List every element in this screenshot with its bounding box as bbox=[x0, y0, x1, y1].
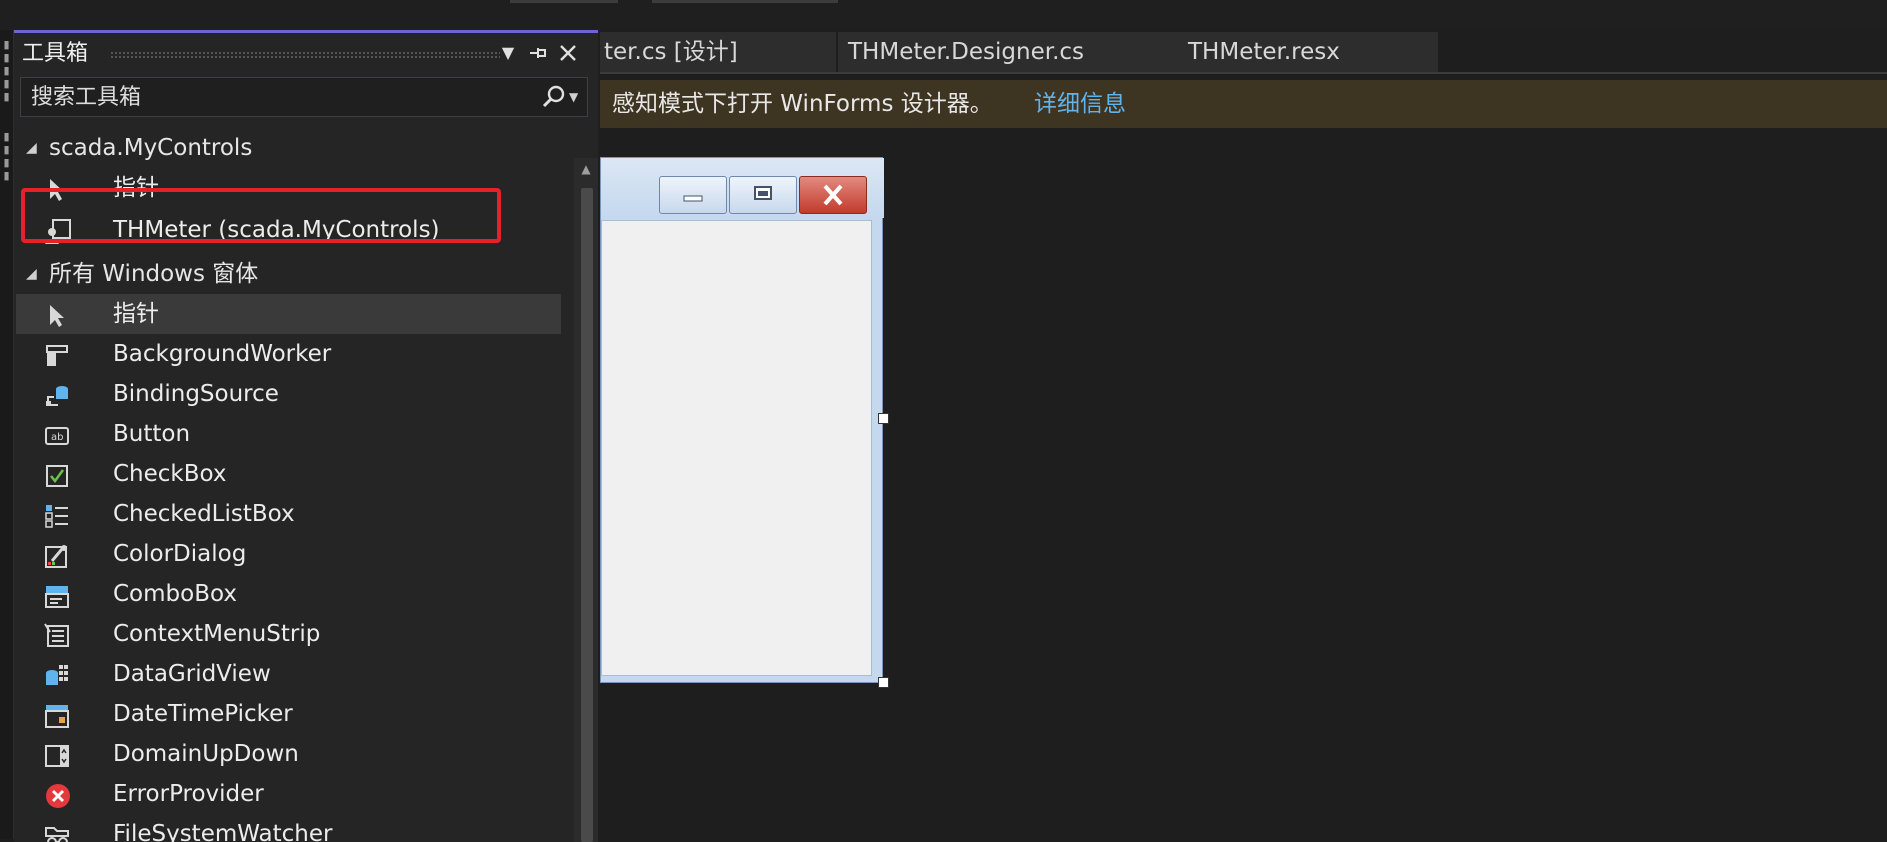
toolbox-item-errorprovider[interactable]: ErrorProvider bbox=[16, 774, 561, 814]
svg-text:ab: ab bbox=[51, 432, 63, 443]
item-label: BackgroundWorker bbox=[113, 341, 332, 367]
group-label: 所有 Windows 窗体 bbox=[49, 261, 259, 287]
search-input[interactable] bbox=[29, 78, 533, 116]
toolbox-item-pointer[interactable]: 指针 bbox=[16, 294, 561, 334]
item-label: CheckedListBox bbox=[113, 501, 295, 527]
toolbox-title: 工具箱 bbox=[22, 41, 89, 66]
item-label: ErrorProvider bbox=[113, 781, 264, 807]
toolbox-item-domainupdown[interactable]: DomainUpDown bbox=[16, 734, 561, 774]
background-worker-icon bbox=[44, 342, 70, 368]
minimize-button[interactable] bbox=[659, 176, 727, 214]
title-grip[interactable] bbox=[110, 51, 500, 59]
close-icon[interactable] bbox=[554, 39, 582, 67]
form-client-area[interactable] bbox=[601, 220, 872, 676]
more-info-link[interactable]: 详细信息 bbox=[1034, 80, 1126, 128]
side-tab-fragment[interactable]: ▮▮▮▮ bbox=[0, 130, 12, 190]
checkbox-icon bbox=[44, 462, 70, 488]
button-icon: ab bbox=[44, 422, 70, 448]
tab-thmeter-resx[interactable]: THMeter.resx bbox=[1178, 32, 1438, 72]
maximize-button[interactable] bbox=[729, 176, 797, 214]
item-label: Button bbox=[113, 421, 191, 447]
info-bar: 感知模式下打开 WinForms 设计器。 详细信息 bbox=[600, 80, 1887, 128]
date-time-picker-icon bbox=[44, 702, 70, 728]
item-label: DomainUpDown bbox=[113, 741, 299, 767]
pointer-icon bbox=[44, 302, 70, 328]
toolbox-item-combobox[interactable]: ComboBox bbox=[16, 574, 561, 614]
domain-up-down-icon bbox=[44, 742, 70, 768]
toolbox-item-contextmenustrip[interactable]: ContextMenuStrip bbox=[16, 614, 561, 654]
toolbox-item-checkbox[interactable]: CheckBox bbox=[16, 454, 561, 494]
toolbox-item-checkedlistbox[interactable]: CheckedListBox bbox=[16, 494, 561, 534]
data-grid-view-icon bbox=[44, 662, 70, 688]
toolbox-scrollbar[interactable]: ▲ bbox=[574, 158, 598, 842]
scroll-thumb[interactable] bbox=[581, 188, 593, 842]
item-label: BindingSource bbox=[113, 381, 279, 407]
window-menu-chevron-down-icon[interactable]: ▼ bbox=[494, 39, 522, 67]
toolbox-item-filesystemwatcher[interactable]: FileSystemWatcher bbox=[16, 814, 561, 842]
item-label: DataGridView bbox=[113, 661, 271, 687]
top-tab-fragment bbox=[510, 0, 618, 3]
toolbox-item-datetimepicker[interactable]: DateTimePicker bbox=[16, 694, 561, 734]
search-icon[interactable] bbox=[541, 84, 567, 110]
combo-box-icon bbox=[44, 582, 70, 608]
item-label: ComboBox bbox=[113, 581, 237, 607]
item-label: DateTimePicker bbox=[113, 701, 293, 727]
item-label: 指针 bbox=[113, 301, 159, 327]
item-label: ContextMenuStrip bbox=[113, 621, 321, 647]
top-tab-fragment bbox=[652, 0, 838, 3]
top-strip bbox=[0, 0, 1887, 30]
toolbox-item-bindingsource[interactable]: BindingSource bbox=[16, 374, 561, 414]
collapse-triangle-icon[interactable]: ◢ bbox=[26, 256, 37, 292]
toolbox-group-scada-mycontrols[interactable]: ◢ scada.MyControls bbox=[14, 130, 562, 166]
toolbox-panel: 工具箱 ▼ ▼ ◢ scada.MyControls 指针 bbox=[14, 30, 598, 842]
resize-handle-right[interactable] bbox=[878, 413, 889, 424]
scroll-up-arrow-icon[interactable]: ▲ bbox=[574, 162, 598, 176]
toolbox-search-box[interactable]: ▼ bbox=[20, 77, 588, 117]
search-options-chevron-down-icon[interactable]: ▼ bbox=[569, 86, 585, 108]
context-menu-strip-icon bbox=[44, 622, 70, 648]
color-dialog-icon bbox=[44, 542, 70, 568]
item-label: FileSystemWatcher bbox=[113, 821, 333, 842]
form-title-bar[interactable] bbox=[601, 158, 884, 218]
toolbox-item-datagridview[interactable]: DataGridView bbox=[16, 654, 561, 694]
file-system-watcher-icon bbox=[44, 822, 70, 842]
toolbox-item-colordialog[interactable]: ColorDialog bbox=[16, 534, 561, 574]
form-designer-window[interactable] bbox=[600, 157, 884, 683]
toolbox-item-backgroundworker[interactable]: BackgroundWorker bbox=[16, 334, 561, 374]
side-tool-window-bar[interactable]: ▮▮▮▮▮ ▮▮▮▮ bbox=[0, 30, 14, 839]
close-button[interactable] bbox=[799, 176, 867, 214]
pin-icon[interactable] bbox=[524, 39, 552, 67]
side-tab-fragment[interactable]: ▮▮▮▮▮ bbox=[0, 38, 12, 108]
error-provider-icon bbox=[44, 782, 70, 808]
tab-thmeter-designer-cs[interactable]: THMeter.Designer.cs bbox=[838, 32, 1180, 72]
binding-source-icon bbox=[44, 382, 70, 408]
resize-handle-bottom-right[interactable] bbox=[878, 677, 889, 688]
collapse-triangle-icon[interactable]: ◢ bbox=[26, 130, 37, 166]
item-label: CheckBox bbox=[113, 461, 227, 487]
toolbox-group-all-windows-forms[interactable]: ◢ 所有 Windows 窗体 bbox=[14, 256, 562, 292]
tab-underline bbox=[600, 72, 1887, 74]
info-message: 感知模式下打开 WinForms 设计器。 bbox=[612, 91, 993, 117]
group-label: scada.MyControls bbox=[49, 135, 253, 161]
item-label: ColorDialog bbox=[113, 541, 247, 567]
highlight-annotation-box bbox=[21, 188, 501, 243]
checked-list-box-icon bbox=[44, 502, 70, 528]
tab-thmeter-design[interactable]: ter.cs [设计] bbox=[600, 32, 836, 72]
toolbox-item-button[interactable]: ab Button bbox=[16, 414, 561, 454]
